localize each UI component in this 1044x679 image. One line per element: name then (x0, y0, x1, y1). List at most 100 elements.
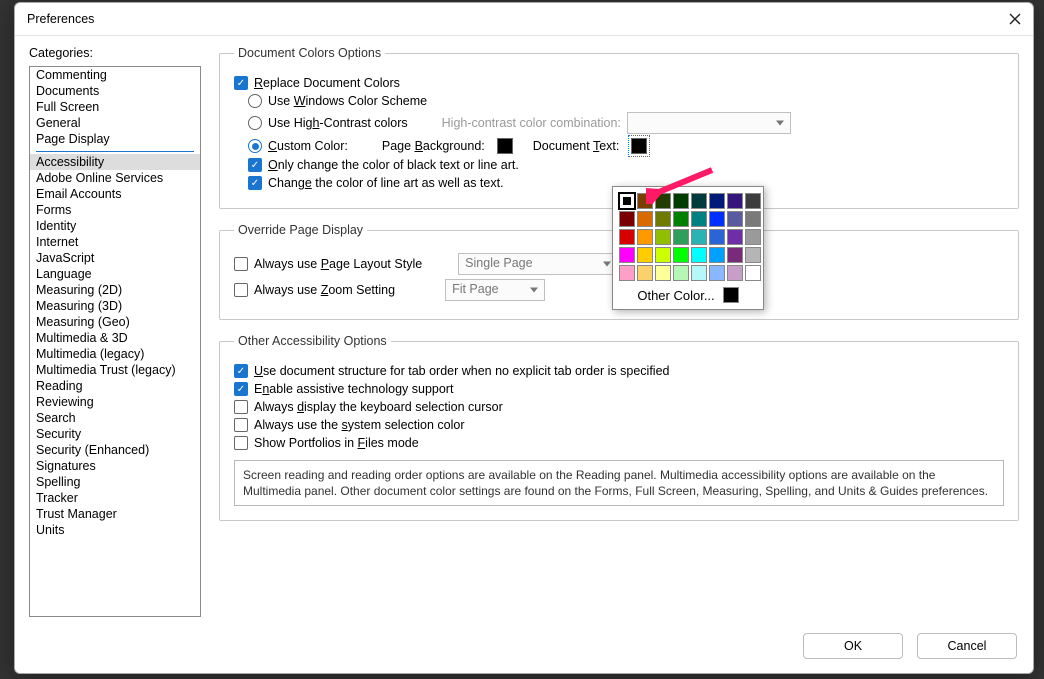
color-swatch[interactable] (619, 211, 635, 227)
category-trust-manager[interactable]: Trust Manager (30, 506, 200, 522)
color-swatch[interactable] (637, 247, 653, 263)
color-swatch[interactable] (655, 193, 671, 209)
system-selection-checkbox[interactable] (234, 418, 248, 432)
color-swatch[interactable] (727, 211, 743, 227)
color-swatch[interactable] (727, 229, 743, 245)
category-javascript[interactable]: JavaScript (30, 250, 200, 266)
color-swatch[interactable] (637, 193, 653, 209)
replace-document-colors-checkbox[interactable]: ✓ (234, 76, 248, 90)
color-swatch[interactable] (727, 265, 743, 281)
use-windows-color-radio[interactable] (248, 94, 262, 108)
color-swatch[interactable] (673, 265, 689, 281)
category-reading[interactable]: Reading (30, 378, 200, 394)
category-commenting[interactable]: Commenting (30, 67, 200, 83)
category-units[interactable]: Units (30, 522, 200, 538)
category-search[interactable]: Search (30, 410, 200, 426)
always-page-layout-checkbox[interactable] (234, 257, 248, 271)
category-page-display[interactable]: Page Display (30, 131, 200, 147)
category-internet[interactable]: Internet (30, 234, 200, 250)
category-multimedia-trust-legacy-[interactable]: Multimedia Trust (legacy) (30, 362, 200, 378)
color-swatch[interactable] (745, 247, 761, 263)
color-swatch[interactable] (655, 265, 671, 281)
use-windows-color-label: Use Windows Color Scheme (268, 94, 427, 108)
color-swatch[interactable] (691, 211, 707, 227)
category-documents[interactable]: Documents (30, 83, 200, 99)
custom-color-label: Custom Color: (268, 139, 348, 153)
tab-order-checkbox[interactable]: ✓ (234, 364, 248, 378)
color-swatch[interactable] (691, 265, 707, 281)
color-swatch[interactable] (745, 211, 761, 227)
color-swatch[interactable] (709, 247, 725, 263)
page-background-swatch[interactable] (497, 138, 513, 154)
ok-button[interactable]: OK (803, 633, 903, 659)
category-accessibility[interactable]: Accessibility (30, 154, 200, 170)
color-swatch[interactable] (691, 229, 707, 245)
category-tracker[interactable]: Tracker (30, 490, 200, 506)
color-swatch[interactable] (655, 211, 671, 227)
color-swatch[interactable] (673, 211, 689, 227)
category-security-enhanced-[interactable]: Security (Enhanced) (30, 442, 200, 458)
close-button[interactable] (1005, 9, 1025, 29)
color-swatch[interactable] (673, 247, 689, 263)
color-swatch[interactable] (745, 193, 761, 209)
color-swatch[interactable] (619, 265, 635, 281)
custom-color-radio[interactable] (248, 139, 262, 153)
color-swatch[interactable] (655, 229, 671, 245)
category-reviewing[interactable]: Reviewing (30, 394, 200, 410)
override-legend: Override Page Display (234, 223, 367, 237)
category-email-accounts[interactable]: Email Accounts (30, 186, 200, 202)
category-multimedia-legacy-[interactable]: Multimedia (legacy) (30, 346, 200, 362)
keyboard-cursor-checkbox[interactable] (234, 400, 248, 414)
cancel-button[interactable]: Cancel (917, 633, 1017, 659)
category-full-screen[interactable]: Full Screen (30, 99, 200, 115)
category-general[interactable]: General (30, 115, 200, 131)
only-black-checkbox[interactable]: ✓ (248, 158, 262, 172)
other-color-row[interactable]: Other Color... (619, 287, 757, 303)
color-swatch[interactable] (709, 265, 725, 281)
zoom-combo[interactable]: Fit Page (445, 279, 545, 301)
color-picker-popup: Other Color... (612, 186, 764, 310)
category-adobe-online-services[interactable]: Adobe Online Services (30, 170, 200, 186)
color-swatch[interactable] (619, 193, 635, 209)
color-swatch[interactable] (637, 265, 653, 281)
use-high-contrast-radio[interactable] (248, 116, 262, 130)
portfolios-checkbox[interactable] (234, 436, 248, 450)
color-swatch[interactable] (655, 247, 671, 263)
color-swatch[interactable] (727, 247, 743, 263)
page-layout-combo[interactable]: Single Page (458, 253, 618, 275)
category-security[interactable]: Security (30, 426, 200, 442)
category-measuring-3d-[interactable]: Measuring (3D) (30, 298, 200, 314)
color-swatch[interactable] (691, 247, 707, 263)
color-swatch[interactable] (691, 193, 707, 209)
color-swatch[interactable] (727, 193, 743, 209)
category-spelling[interactable]: Spelling (30, 474, 200, 490)
color-swatch[interactable] (637, 229, 653, 245)
document-text-swatch[interactable] (631, 138, 647, 154)
category-measuring-2d-[interactable]: Measuring (2D) (30, 282, 200, 298)
color-swatch[interactable] (709, 211, 725, 227)
other-legend: Other Accessibility Options (234, 334, 391, 348)
color-swatch[interactable] (673, 229, 689, 245)
color-swatch[interactable] (745, 265, 761, 281)
categories-label: Categories: (29, 46, 201, 60)
color-swatch[interactable] (745, 229, 761, 245)
color-swatch[interactable] (619, 229, 635, 245)
other-accessibility-group: Other Accessibility Options ✓ Use docume… (219, 334, 1019, 521)
only-black-label: Only change the color of black text or l… (268, 158, 519, 172)
category-signatures[interactable]: Signatures (30, 458, 200, 474)
color-swatch[interactable] (619, 247, 635, 263)
change-lineart-checkbox[interactable]: ✓ (248, 176, 262, 190)
always-zoom-checkbox[interactable] (234, 283, 248, 297)
category-forms[interactable]: Forms (30, 202, 200, 218)
color-swatch[interactable] (673, 193, 689, 209)
category-language[interactable]: Language (30, 266, 200, 282)
color-swatch[interactable] (709, 229, 725, 245)
always-page-layout-label: Always use Page Layout Style (254, 257, 422, 271)
category-measuring-geo-[interactable]: Measuring (Geo) (30, 314, 200, 330)
categories-list[interactable]: CommentingDocumentsFull ScreenGeneralPag… (29, 66, 201, 617)
category-identity[interactable]: Identity (30, 218, 200, 234)
color-swatch[interactable] (637, 211, 653, 227)
assistive-checkbox[interactable]: ✓ (234, 382, 248, 396)
color-swatch[interactable] (709, 193, 725, 209)
category-multimedia-3d[interactable]: Multimedia & 3D (30, 330, 200, 346)
